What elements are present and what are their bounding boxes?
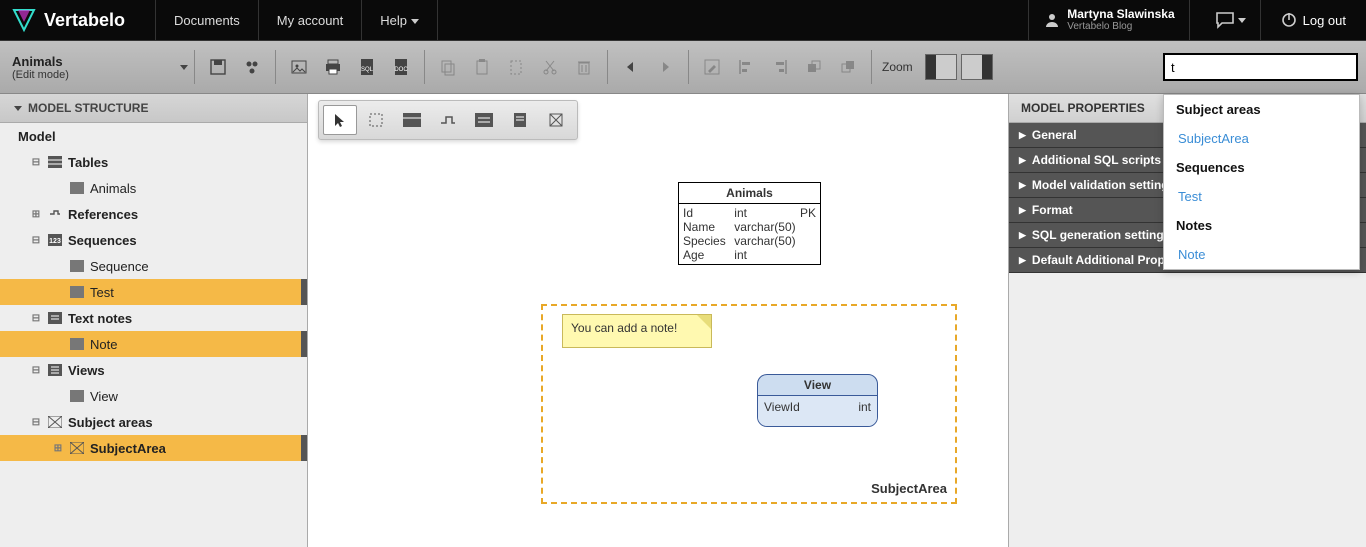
left-panel-toggle[interactable] <box>925 54 957 80</box>
tree-references[interactable]: ⊞References <box>0 201 307 227</box>
chevron-down-icon <box>180 65 188 70</box>
note-icon <box>68 336 86 352</box>
logout-button[interactable]: Log out <box>1271 12 1356 28</box>
note-icon <box>46 310 64 326</box>
canvas-toolbar <box>318 100 578 140</box>
view-icon <box>68 388 86 404</box>
note-entity[interactable]: You can add a note! <box>562 314 712 348</box>
tree-subjectareas[interactable]: ⊟Subject areas <box>0 409 307 435</box>
panel-view-toggle <box>925 54 993 80</box>
table-entity-animals[interactable]: Animals IdintPK Namevarchar(50) Speciesv… <box>678 182 821 265</box>
model-structure-header[interactable]: MODEL STRUCTURE <box>0 94 307 123</box>
view-icon <box>46 362 64 378</box>
sequence-icon <box>68 258 86 274</box>
tree-item-test[interactable]: Test <box>0 279 307 305</box>
user-menu[interactable]: Martyna Slawinska Vertabelo Blog <box>1028 0 1189 41</box>
top-nav: Documents My account Help <box>155 0 438 41</box>
search-result-item[interactable]: Note <box>1164 240 1359 269</box>
marquee-tool[interactable] <box>359 105 393 135</box>
sql-export-button[interactable]: SQL <box>350 50 384 84</box>
align-right-button[interactable] <box>763 50 797 84</box>
bring-front-button[interactable] <box>797 50 831 84</box>
user-name: Martyna Slawinska <box>1067 8 1174 21</box>
search-group: Sequences <box>1164 153 1359 182</box>
tree-item-note[interactable]: Note <box>0 331 307 357</box>
entity-title: View <box>758 375 877 396</box>
add-view-tool[interactable] <box>467 105 501 135</box>
chevron-down-icon <box>411 19 419 24</box>
paste-button[interactable] <box>465 50 499 84</box>
canvas[interactable]: Animals IdintPK Namevarchar(50) Speciesv… <box>308 94 1008 547</box>
chevron-down-icon <box>14 106 22 111</box>
user-sub: Vertabelo Blog <box>1067 21 1174 32</box>
table-icon <box>46 154 64 170</box>
search-group: Notes <box>1164 211 1359 240</box>
add-table-tool[interactable] <box>395 105 429 135</box>
chevron-down-icon <box>1238 18 1246 23</box>
cut-button[interactable] <box>533 50 567 84</box>
tree-sequences[interactable]: ⊟123Sequences <box>0 227 307 253</box>
tree-root[interactable]: Model <box>0 123 307 149</box>
logo-icon <box>10 6 38 34</box>
model-selector[interactable]: Animals (Edit mode) <box>6 52 176 83</box>
search-input[interactable] <box>1163 53 1358 81</box>
view-entity[interactable]: View ViewIdint <box>757 374 878 427</box>
search-group: Subject areas <box>1164 95 1359 124</box>
sequence-icon <box>68 284 86 300</box>
zoom-label: Zoom <box>882 60 913 74</box>
tree-item-sequence[interactable]: Sequence <box>0 253 307 279</box>
redo-button[interactable] <box>648 50 682 84</box>
add-note-tool[interactable] <box>503 105 537 135</box>
chat-button[interactable] <box>1200 0 1261 41</box>
search-result-item[interactable]: SubjectArea <box>1164 124 1359 153</box>
edit-button[interactable] <box>695 50 729 84</box>
clipboard-button[interactable] <box>499 50 533 84</box>
table-icon <box>68 180 86 196</box>
svg-text:123: 123 <box>49 238 61 245</box>
search-results-dropdown: Subject areas SubjectArea Sequences Test… <box>1163 94 1360 270</box>
brand-text: Vertabelo <box>44 10 125 31</box>
nav-account[interactable]: My account <box>258 0 361 41</box>
nav-help[interactable]: Help <box>361 0 438 41</box>
power-icon <box>1281 12 1297 28</box>
nav-documents[interactable]: Documents <box>155 0 258 41</box>
tree-item-subjectarea[interactable]: ⊞SubjectArea <box>0 435 307 461</box>
undo-button[interactable] <box>614 50 648 84</box>
area-icon <box>46 414 64 430</box>
model-tree: Model ⊟Tables Animals ⊞References ⊟123Se… <box>0 123 307 461</box>
reference-icon <box>46 206 64 222</box>
save-button[interactable] <box>201 50 235 84</box>
align-left-button[interactable] <box>729 50 763 84</box>
add-area-tool[interactable] <box>539 105 573 135</box>
svg-text:DOC: DOC <box>394 67 408 73</box>
add-reference-tool[interactable] <box>431 105 465 135</box>
sequence-icon: 123 <box>46 232 64 248</box>
copy-button[interactable] <box>431 50 465 84</box>
send-back-button[interactable] <box>831 50 865 84</box>
tree-views[interactable]: ⊟Views <box>0 357 307 383</box>
share-button[interactable] <box>235 50 269 84</box>
doc-export-button[interactable]: DOC <box>384 50 418 84</box>
main-toolbar: Animals (Edit mode) SQL DOC Zoom <box>0 41 1366 94</box>
brand[interactable]: Vertabelo <box>10 6 125 34</box>
image-export-button[interactable] <box>282 50 316 84</box>
svg-text:SQL: SQL <box>361 67 374 73</box>
area-icon <box>68 440 86 456</box>
delete-button[interactable] <box>567 50 601 84</box>
print-button[interactable] <box>316 50 350 84</box>
entity-title: Animals <box>679 183 820 204</box>
tree-item-animals[interactable]: Animals <box>0 175 307 201</box>
search-result-item[interactable]: Test <box>1164 182 1359 211</box>
user-icon <box>1043 11 1061 29</box>
tree-tables[interactable]: ⊟Tables <box>0 149 307 175</box>
left-panel: MODEL STRUCTURE Model ⊟Tables Animals ⊞R… <box>0 94 308 547</box>
app-header: Vertabelo Documents My account Help Mart… <box>0 0 1366 41</box>
tree-textnotes[interactable]: ⊟Text notes <box>0 305 307 331</box>
subject-area-label: SubjectArea <box>871 481 947 496</box>
tree-item-view[interactable]: View <box>0 383 307 409</box>
select-tool[interactable] <box>323 105 357 135</box>
right-panel-toggle[interactable] <box>961 54 993 80</box>
